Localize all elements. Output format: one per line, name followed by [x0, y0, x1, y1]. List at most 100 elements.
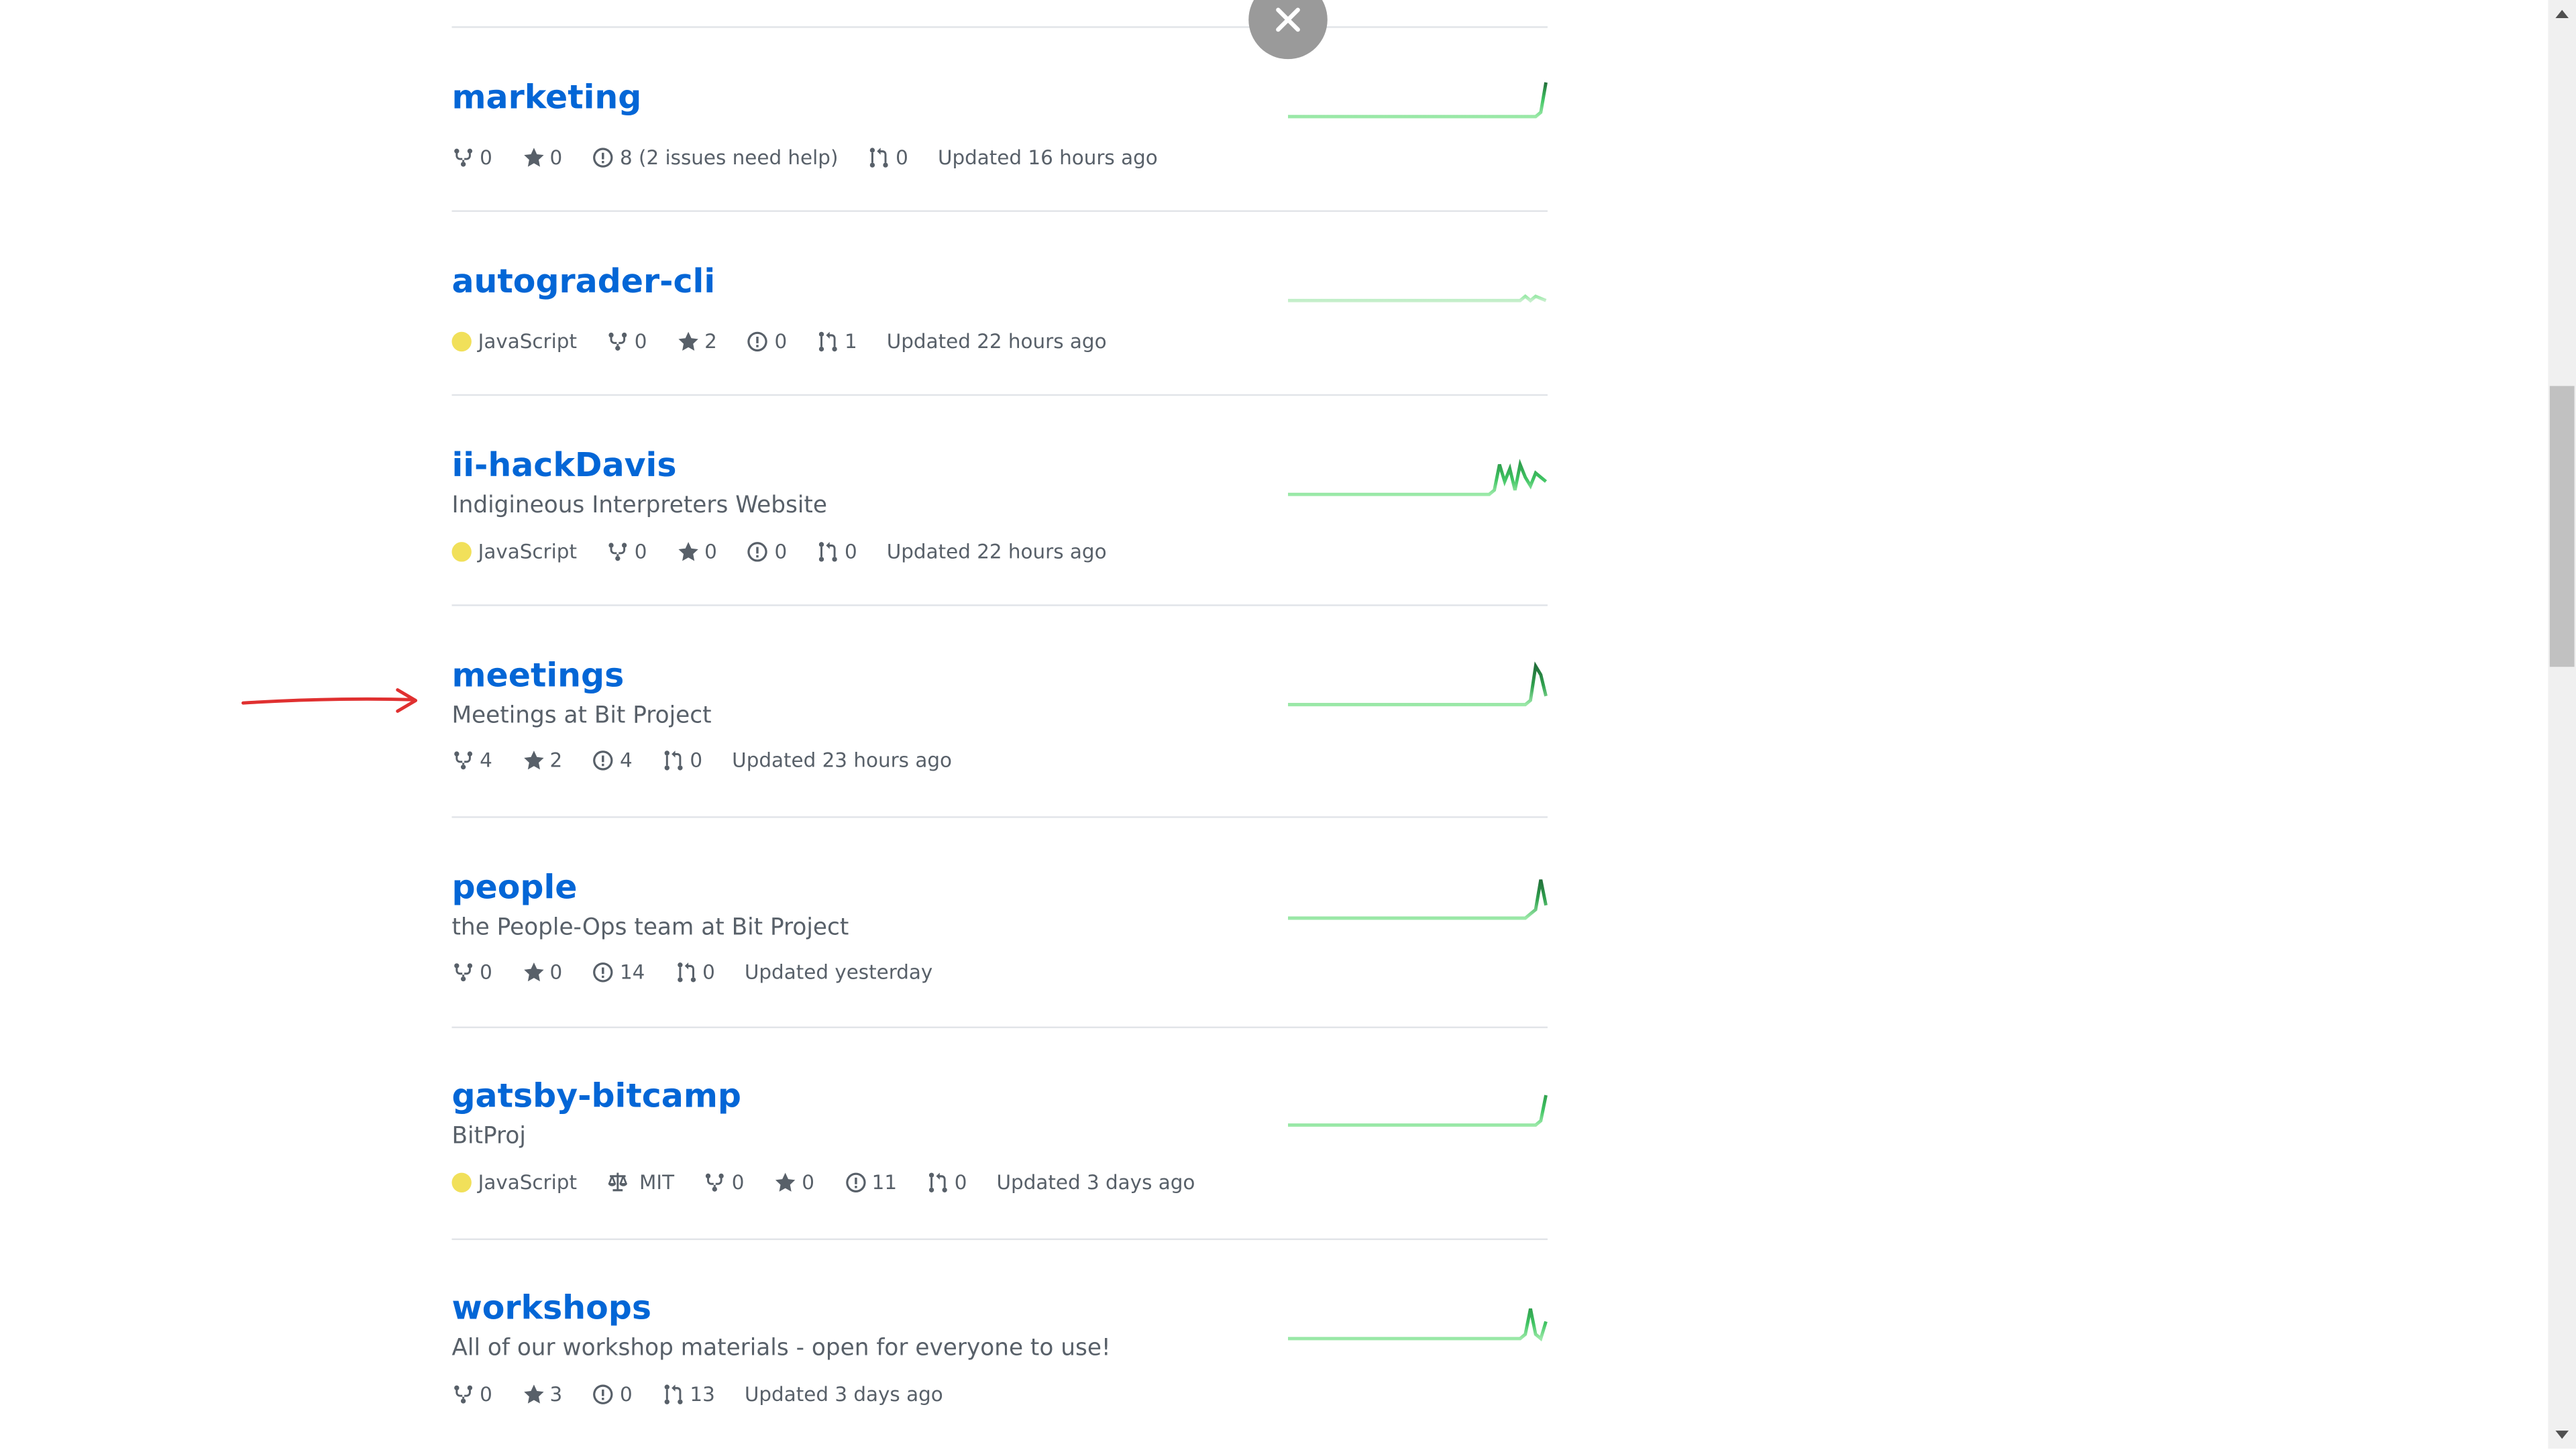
- issues-count: 4: [619, 748, 633, 773]
- vertical-scrollbar[interactable]: [2548, 0, 2576, 1449]
- forks-count: 0: [480, 1383, 492, 1406]
- pulls-link[interactable]: 1: [816, 327, 857, 356]
- stars-link[interactable]: 0: [522, 958, 562, 987]
- repo-meta: JavaScript 0 0 0 0 Updated 22 hours ago: [451, 537, 1136, 567]
- repo-item: gatsby-bitcamp BitProj JavaScript MIT 0: [451, 1026, 1548, 1239]
- pulls-link[interactable]: 0: [674, 958, 715, 987]
- repo-item: workshops All of our workshop materials …: [451, 1238, 1548, 1452]
- stars-link[interactable]: 0: [676, 537, 717, 567]
- language: JavaScript: [451, 537, 577, 567]
- issue-icon: [593, 1384, 614, 1404]
- fork-icon: [608, 543, 627, 561]
- law-scale-icon: [608, 1172, 628, 1192]
- fork-icon: [706, 1173, 724, 1192]
- issue-icon: [593, 750, 614, 771]
- pulls-link[interactable]: 0: [662, 746, 702, 775]
- stars-link[interactable]: 0: [774, 1168, 814, 1197]
- stars-link[interactable]: 2: [522, 746, 562, 775]
- forks-link[interactable]: 4: [451, 746, 492, 775]
- pulls-count: 0: [690, 748, 703, 773]
- forks-link[interactable]: 0: [606, 537, 647, 567]
- issues-link[interactable]: 8 (2 issues need help): [592, 143, 838, 172]
- repo-name-link[interactable]: gatsby-bitcamp: [451, 1076, 741, 1115]
- star-icon: [523, 148, 543, 167]
- screen: marketing 0 0 8 (2 issues need help) 0 U…: [0, 0, 2576, 1449]
- forks-link[interactable]: 0: [451, 958, 492, 987]
- forks-link[interactable]: 0: [451, 143, 492, 172]
- stars-link[interactable]: 2: [676, 327, 717, 356]
- repo-description: All of our workshop materials - open for…: [451, 1335, 1111, 1362]
- forks-link[interactable]: 0: [606, 327, 647, 356]
- star-icon: [678, 331, 698, 351]
- forks-link[interactable]: 0: [704, 1168, 744, 1197]
- issue-icon: [593, 148, 614, 168]
- pull-request-icon: [819, 542, 837, 562]
- repo-name-link[interactable]: workshops: [451, 1288, 651, 1327]
- pulls-link[interactable]: 0: [926, 1168, 967, 1197]
- pulls-link[interactable]: 13: [662, 1380, 715, 1409]
- repo-description: Indigineous Interpreters Website: [451, 492, 827, 519]
- license-name: MIT: [639, 1171, 675, 1194]
- repo-item: meetings Meetings at Bit Project 4 2 4 0: [451, 604, 1548, 816]
- issues-count: 8 (2 issues need help): [619, 146, 839, 170]
- stars-link[interactable]: 0: [522, 143, 562, 172]
- forks-count: 0: [480, 960, 492, 984]
- language-color-dot: [451, 542, 472, 562]
- issues-link[interactable]: 4: [592, 746, 633, 775]
- stars-count: 3: [549, 1383, 563, 1406]
- issue-icon: [748, 331, 768, 352]
- updated-time: Updated yesterday: [744, 960, 933, 984]
- star-icon: [775, 1172, 796, 1192]
- forks-count: 0: [731, 1171, 745, 1194]
- language-color-dot: [451, 1172, 472, 1192]
- issues-link[interactable]: 11: [844, 1168, 897, 1197]
- repo-name-link[interactable]: meetings: [451, 655, 624, 695]
- pull-request-icon: [664, 1384, 683, 1404]
- star-icon: [523, 750, 543, 770]
- scroll-up-arrow-icon[interactable]: [2548, 0, 2576, 28]
- forks-count: 4: [480, 748, 492, 773]
- issues-link[interactable]: 0: [747, 537, 787, 567]
- issues-link[interactable]: 14: [592, 958, 645, 987]
- updated-time: Updated 22 hours ago: [886, 330, 1107, 353]
- repo-item: autograder-cli JavaScript 0 2 0 1 Update…: [451, 210, 1548, 394]
- scrollbar-thumb[interactable]: [2549, 386, 2575, 667]
- repo-meta: JavaScript MIT 0 0 11 0 Updated 3 days a…: [451, 1168, 1224, 1197]
- language-color-dot: [451, 331, 472, 352]
- stars-count: 2: [549, 748, 563, 773]
- pulls-link[interactable]: 0: [868, 143, 908, 172]
- issue-icon: [593, 962, 614, 983]
- fork-icon: [454, 1385, 473, 1404]
- pulls-count: 0: [954, 1171, 967, 1194]
- stars-link[interactable]: 3: [522, 1380, 562, 1409]
- repo-meta: JavaScript 0 2 0 1 Updated 22 hours ago: [451, 327, 1136, 356]
- stars-count: 0: [704, 540, 717, 564]
- scroll-down-arrow-icon[interactable]: [2548, 1420, 2576, 1449]
- issues-link[interactable]: 0: [592, 1380, 633, 1409]
- fork-icon: [454, 963, 473, 982]
- repo-meta: 4 2 4 0 Updated 23 hours ago: [451, 746, 981, 775]
- repo-name-link[interactable]: ii-hackDavis: [451, 445, 676, 485]
- issues-count: 11: [871, 1171, 898, 1194]
- repo-item: people the People-Ops team at Bit Projec…: [451, 816, 1548, 1026]
- pull-request-icon: [819, 331, 837, 352]
- pulls-count: 0: [844, 540, 857, 564]
- repo-name-link[interactable]: people: [451, 867, 577, 907]
- language-name: JavaScript: [478, 1171, 577, 1194]
- pulls-link[interactable]: 0: [816, 537, 857, 567]
- issues-count: 0: [774, 330, 788, 353]
- repo-item: ii-hackDavis Indigineous Interpreters We…: [451, 394, 1548, 604]
- fork-icon: [454, 751, 473, 770]
- fork-icon: [608, 332, 627, 351]
- forks-link[interactable]: 0: [451, 1380, 492, 1409]
- activity-sparkline: [1288, 1308, 1548, 1342]
- repo-name-link[interactable]: autograder-cli: [451, 261, 715, 300]
- annotation-arrow: [241, 688, 418, 713]
- license: MIT: [606, 1168, 674, 1197]
- issues-link[interactable]: 0: [747, 327, 787, 356]
- pulls-count: 1: [844, 330, 857, 353]
- repo-name-link[interactable]: marketing: [451, 77, 641, 117]
- repo-meta: 0 0 14 0 Updated yesterday: [451, 958, 962, 987]
- pull-request-icon: [677, 962, 696, 983]
- issues-count: 14: [619, 960, 645, 984]
